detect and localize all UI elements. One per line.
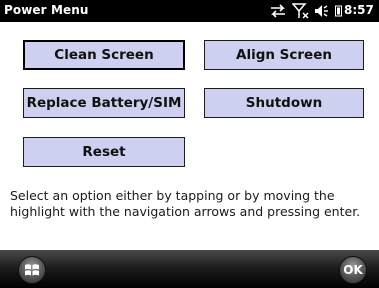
no-signal-icon[interactable] <box>291 0 310 22</box>
ok-label: OK <box>343 263 363 277</box>
connectivity-icon[interactable] <box>268 0 288 22</box>
clean-screen-button[interactable]: Clean Screen <box>23 40 185 70</box>
bottom-bar: OK <box>0 250 379 288</box>
windows-start-icon <box>25 264 39 276</box>
align-screen-button[interactable]: Align Screen <box>204 40 364 70</box>
instructions-text: Select an option either by tapping or by… <box>10 188 361 219</box>
clock[interactable]: 8:57 <box>344 3 374 17</box>
battery-icon[interactable] <box>335 0 343 22</box>
window-title: Power Menu <box>4 3 89 17</box>
title-bar: Power Menu 8:57 <box>0 0 379 22</box>
speaker-icon[interactable] <box>313 0 331 22</box>
start-button[interactable] <box>18 256 46 284</box>
reset-button[interactable]: Reset <box>23 137 185 167</box>
ok-button[interactable]: OK <box>339 256 367 284</box>
replace-battery-sim-button[interactable]: Replace Battery/SIM <box>23 88 185 118</box>
shutdown-button[interactable]: Shutdown <box>204 88 364 118</box>
